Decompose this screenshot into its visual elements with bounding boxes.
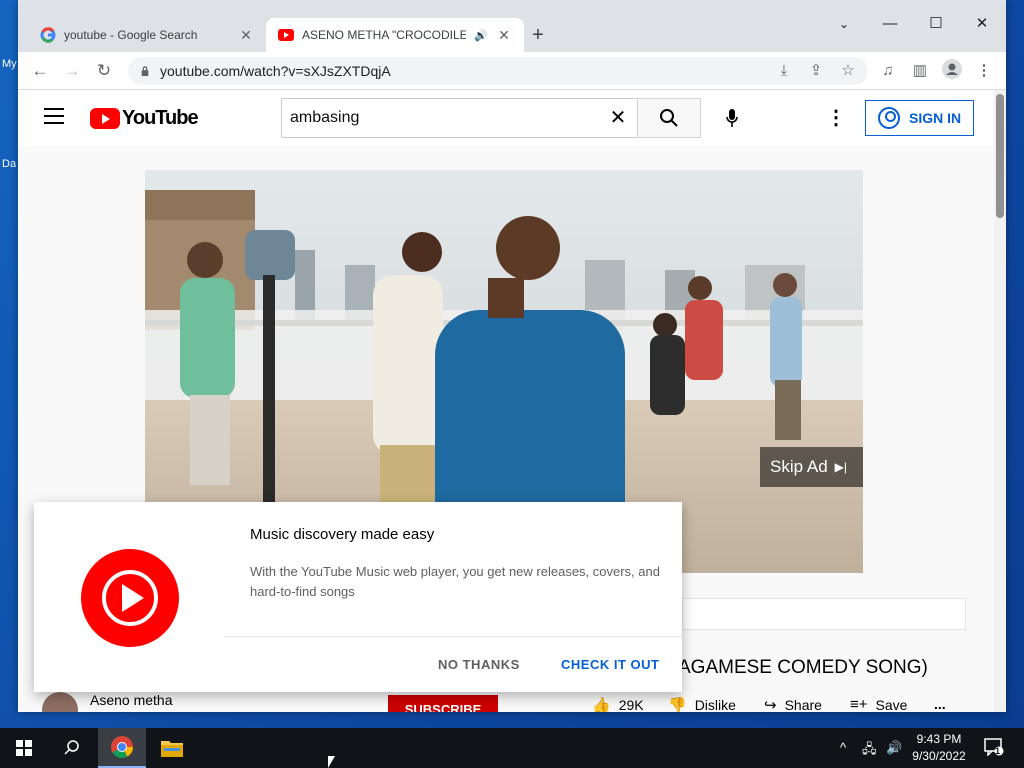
dialog-title: Music discovery made easy (250, 526, 435, 543)
scrollbar-thumb[interactable] (996, 94, 1004, 218)
page-scrollbar[interactable] (994, 90, 1006, 712)
youtube-icon (278, 27, 294, 43)
dislike-button[interactable]: 👎 Dislike (668, 696, 736, 712)
share-button[interactable]: ↪ Share (764, 696, 822, 712)
youtube-music-icon (81, 549, 179, 647)
account-icon (878, 107, 900, 129)
desktop-icon-label[interactable]: Da (2, 158, 16, 170)
browser-toolbar: ← → ↻ youtube.com/watch?v=sXJsZXTDqjA ⤓ … (18, 52, 1006, 90)
chevron-up-icon[interactable]: ^ (840, 740, 846, 755)
hamburger-menu-icon[interactable] (44, 108, 64, 124)
profile-icon[interactable] (940, 59, 964, 83)
skip-ad-label: Skip Ad (770, 457, 828, 476)
voice-search-button[interactable] (718, 104, 746, 132)
logo-text: YouTube (122, 107, 199, 129)
share-label: Share (784, 697, 822, 712)
clear-search-icon[interactable]: ✕ (608, 108, 628, 128)
minimize-icon[interactable]: — (878, 12, 902, 36)
folder-icon (161, 741, 183, 757)
network-icon[interactable]: 🖧 (862, 740, 877, 762)
volume-icon[interactable]: 🔊 (886, 740, 902, 756)
windows-icon (16, 740, 32, 756)
playlist-add-icon: ≡+ (850, 696, 868, 712)
channel-name[interactable]: Aseno metha (90, 692, 173, 708)
video-title: AGAMESE COMEDY SONG) (678, 657, 928, 678)
like-count: 29K (618, 697, 644, 712)
maximize-icon[interactable]: ☐ (924, 12, 948, 36)
forward-icon[interactable]: → (60, 59, 84, 83)
clock-date: 9/30/2022 (912, 749, 966, 763)
search-icon (64, 740, 79, 755)
taskbar-search-button[interactable] (48, 728, 96, 768)
dislike-label: Dislike (694, 697, 736, 712)
save-label: Save (875, 696, 908, 713)
check-it-out-button[interactable]: CHECK IT OUT (561, 657, 659, 672)
taskbar-file-explorer[interactable] (148, 728, 196, 768)
tab-title: ASENO METHA "CROCODILE (302, 28, 467, 42)
music-promo-dialog: Music discovery made easy With the YouTu… (34, 502, 682, 692)
thumbs-up-icon: 👍 (592, 697, 611, 712)
clock-time: 9:43 PM (916, 732, 962, 746)
install-icon[interactable]: ⤓ (772, 59, 796, 83)
subscribe-button[interactable]: SUBSCRIBE (388, 695, 498, 712)
lock-icon (141, 66, 149, 76)
back-icon[interactable]: ← (28, 59, 52, 83)
search-input[interactable]: ambasing (281, 98, 638, 138)
media-control-icon[interactable]: ♫ (876, 59, 900, 83)
tab-strip: youtube - Google Search ✕ ASENO METHA "C… (18, 0, 1006, 52)
side-panel-icon[interactable]: ▥ (908, 59, 932, 83)
sign-in-button[interactable]: SIGN IN (865, 100, 974, 136)
tab-title: youtube - Google Search (64, 28, 198, 42)
taskbar: ^ 🖧 🔊 9:43 PM 9/30/2022 1 (0, 728, 1024, 768)
bookmark-star-icon[interactable]: ☆ (836, 59, 860, 83)
more-actions-button[interactable]: ... (934, 696, 946, 712)
close-tab-icon[interactable]: ✕ (496, 27, 512, 43)
microphone-icon (726, 109, 738, 127)
url-text: youtube.com/watch?v=sXJsZXTDqjA (160, 63, 391, 79)
no-thanks-button[interactable]: NO THANKS (438, 657, 520, 672)
avatar[interactable] (42, 692, 78, 712)
speaker-icon[interactable]: 🔊 (474, 29, 488, 42)
tab-google-search[interactable]: youtube - Google Search ✕ (28, 18, 266, 52)
youtube-page: YouTube ambasing ✕ ⋮ SIGN IN Skip Ad ▶| … (18, 90, 1006, 712)
more-options-icon[interactable]: ⋮ (826, 106, 846, 130)
thumbs-down-icon: 👎 (668, 697, 687, 712)
reload-icon[interactable]: ↻ (92, 59, 116, 83)
like-button[interactable]: 👍 29K (592, 696, 644, 712)
close-window-icon[interactable]: ✕ (970, 12, 994, 36)
tab-youtube-video[interactable]: ASENO METHA "CROCODILE 🔊 ✕ (266, 18, 524, 52)
share-page-icon[interactable]: ⇪ (804, 59, 828, 83)
youtube-logo[interactable]: YouTube (90, 107, 199, 130)
youtube-play-icon (90, 108, 120, 129)
tab-search-icon[interactable]: ⌄ (832, 12, 856, 36)
start-button[interactable] (0, 728, 48, 768)
chrome-icon (111, 736, 133, 758)
skip-ad-button[interactable]: Skip Ad ▶| (760, 447, 863, 487)
search-icon (660, 109, 678, 127)
search-button[interactable] (637, 98, 701, 138)
notification-count: 1 (995, 746, 1001, 756)
chrome-menu-icon[interactable]: ⋮ (972, 59, 996, 83)
new-tab-button[interactable]: + (526, 24, 550, 48)
taskbar-chrome[interactable] (98, 728, 146, 768)
action-center-icon[interactable]: 1 (984, 738, 1006, 758)
browser-window: youtube - Google Search ✕ ASENO METHA "C… (18, 0, 1006, 712)
youtube-header: YouTube ambasing ✕ ⋮ SIGN IN (18, 90, 994, 146)
skip-next-icon: ▶| (834, 460, 848, 474)
system-clock[interactable]: 9:43 PM 9/30/2022 (906, 731, 972, 765)
desktop-icon-label[interactable]: My (2, 58, 17, 70)
companion-banner[interactable] (682, 598, 966, 630)
sign-in-label: SIGN IN (909, 110, 962, 126)
google-icon (40, 27, 56, 43)
dialog-body: With the YouTube Music web player, you g… (250, 564, 660, 599)
share-arrow-icon: ↪ (764, 697, 777, 712)
address-bar[interactable]: youtube.com/watch?v=sXJsZXTDqjA (128, 57, 868, 85)
close-tab-icon[interactable]: ✕ (238, 27, 254, 43)
mouse-cursor (328, 756, 335, 768)
save-button[interactable]: ≡+ Save (850, 696, 907, 712)
dialog-divider (224, 636, 682, 637)
